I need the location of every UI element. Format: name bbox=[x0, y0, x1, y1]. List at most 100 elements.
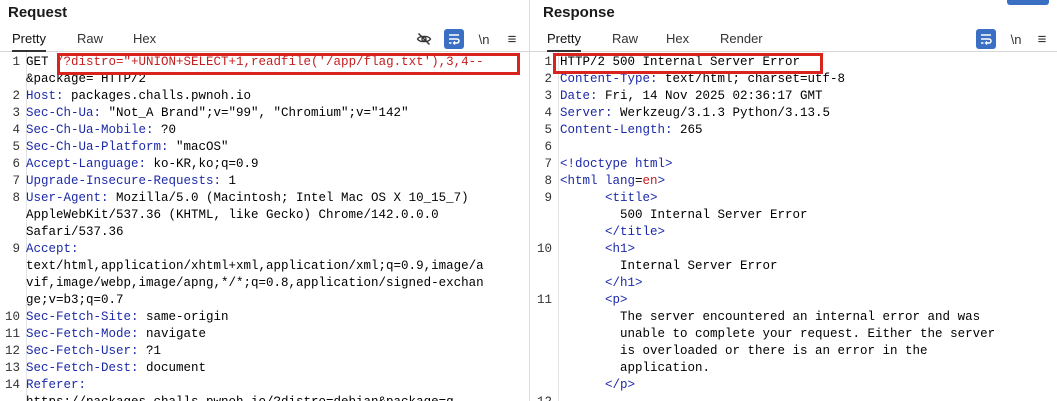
code-token: > bbox=[657, 174, 666, 188]
code-line: is overloaded or there is an error in th… bbox=[560, 343, 928, 360]
code-token: "macOS" bbox=[176, 140, 229, 154]
code-token: GET bbox=[26, 55, 57, 69]
line-number: 6 bbox=[544, 140, 552, 154]
response-tabs: Pretty Raw Hex Render \n ≡ bbox=[530, 27, 1057, 52]
code-token: application. bbox=[560, 361, 711, 375]
code-token: Sec-Ch-Ua-Platform: bbox=[26, 140, 177, 154]
code-line: &package= HTTP/2 bbox=[26, 71, 146, 88]
line-number: 4 bbox=[544, 106, 552, 120]
code-token: Safari/537.36 bbox=[26, 225, 124, 239]
menu-icon[interactable]: ≡ bbox=[502, 29, 522, 49]
code-token: Sec-Ch-Ua-Mobile: bbox=[26, 123, 162, 137]
line-number: 1 bbox=[544, 55, 552, 69]
response-tab-hex[interactable]: Hex bbox=[666, 31, 689, 50]
code-token: Sec-Fetch-Dest: bbox=[26, 361, 147, 375]
request-editor[interactable]: 1 GET /?distro="+UNION+SELECT+1,readfile(… bbox=[0, 52, 530, 401]
newline-toggle-icon[interactable]: \n bbox=[474, 29, 494, 49]
request-tab-pretty[interactable]: Pretty bbox=[12, 31, 46, 52]
code-line: </title> bbox=[560, 224, 665, 241]
line-number: 7 bbox=[544, 157, 552, 171]
code-token: https://packages.challs.pwnoh.io/?distro… bbox=[26, 395, 454, 401]
line-number: 2 bbox=[544, 72, 552, 86]
code-line: Sec-Fetch-Mode: navigate bbox=[26, 326, 206, 343]
line-number: 5 bbox=[544, 123, 552, 137]
request-tab-hex[interactable]: Hex bbox=[133, 31, 156, 50]
newline-toggle-icon[interactable]: \n bbox=[1006, 29, 1026, 49]
line-number: 4 bbox=[12, 123, 20, 137]
response-title: Response bbox=[543, 4, 615, 21]
code-line: application. bbox=[560, 360, 710, 377]
response-editor[interactable]: 1 HTTP/2 500 Internal Server Error 2 Conten… bbox=[530, 52, 1057, 401]
code-token: is overloaded or there is an error in th… bbox=[560, 344, 928, 358]
word-wrap-icon[interactable] bbox=[976, 29, 996, 49]
request-tab-raw[interactable]: Raw bbox=[77, 31, 103, 50]
code-line: Date: Fri, 14 Nov 2025 02:36:17 GMT bbox=[560, 88, 823, 105]
code-token: text/html; charset=utf-8 bbox=[665, 72, 846, 86]
code-line: Sec-Fetch-User: ?1 bbox=[26, 343, 161, 360]
code-line: </p> bbox=[560, 377, 635, 394]
code-token: text/html,application/xhtml+xml,applicat… bbox=[26, 259, 484, 273]
line-number: 14 bbox=[4, 378, 20, 392]
code-token: Referer: bbox=[26, 378, 94, 392]
response-tab-render[interactable]: Render bbox=[720, 31, 763, 50]
code-line: AppleWebKit/537.36 (KHTML, like Gecko) C… bbox=[26, 207, 439, 224]
response-tab-pretty[interactable]: Pretty bbox=[547, 31, 581, 52]
code-line: text/html,application/xhtml+xml,applicat… bbox=[26, 258, 484, 275]
code-token: <title> bbox=[605, 191, 658, 205]
code-line: Referer: bbox=[26, 377, 94, 394]
code-token: Sec-Fetch-Site: bbox=[26, 310, 147, 324]
code-line: </h1> bbox=[560, 275, 643, 292]
code-token: Werkzeug/3.1.3 Python/3.13.5 bbox=[620, 106, 831, 120]
code-token: <!doctype html> bbox=[560, 157, 673, 171]
code-token: lang bbox=[605, 174, 636, 188]
line-number: 9 bbox=[12, 242, 20, 256]
code-line: Content-Length: 265 bbox=[560, 122, 703, 139]
menu-icon[interactable]: ≡ bbox=[1032, 29, 1052, 49]
code-token: 1 bbox=[228, 174, 237, 188]
line-number: 5 bbox=[12, 140, 20, 154]
code-line: The server encountered an internal error… bbox=[560, 309, 980, 326]
code-line: Sec-Fetch-Dest: document bbox=[26, 360, 206, 377]
code-line: vif,image/webp,image/apng,*/*;q=0.8,appl… bbox=[26, 275, 484, 292]
code-line: https://packages.challs.pwnoh.io/?distro… bbox=[26, 394, 454, 401]
hide-eye-icon[interactable] bbox=[414, 29, 434, 49]
code-line: Upgrade-Insecure-Requests: 1 bbox=[26, 173, 236, 190]
code-line: Accept-Language: ko-KR,ko;q=0.9 bbox=[26, 156, 259, 173]
code-line: Internal Server Error bbox=[560, 258, 778, 275]
code-token: ?1 bbox=[146, 344, 162, 358]
code-token: Accept: bbox=[26, 242, 87, 256]
code-line: ge;v=b3;q=0.7 bbox=[26, 292, 124, 309]
code-token: Fri, 14 Nov 2025 02:36:17 GMT bbox=[605, 89, 823, 103]
word-wrap-icon[interactable] bbox=[444, 29, 464, 49]
code-line: <h1> bbox=[560, 241, 635, 258]
code-line: Content-Type: text/html; charset=utf-8 bbox=[560, 71, 845, 88]
code-token: ko-KR,ko;q=0.9 bbox=[153, 157, 259, 171]
code-token: Content-Length: bbox=[560, 123, 681, 137]
code-line: Accept: bbox=[26, 241, 86, 258]
code-line: HTTP/2 500 Internal Server Error bbox=[560, 54, 800, 71]
request-panel: Request Pretty Raw Hex \n ≡ 1 GET /?dist… bbox=[0, 0, 530, 401]
code-token: navigate bbox=[146, 327, 207, 341]
code-token: Date: bbox=[560, 89, 606, 103]
code-line: 500 Internal Server Error bbox=[560, 207, 808, 224]
code-line: Host: packages.challs.pwnoh.io bbox=[26, 88, 251, 105]
layout-toggle-accent[interactable] bbox=[1007, 0, 1049, 5]
code-line: GET /?distro="+UNION+SELECT+1,readfile('… bbox=[26, 54, 484, 71]
code-token: <html bbox=[560, 174, 606, 188]
code-token: Sec-Fetch-User: bbox=[26, 344, 147, 358]
code-token: Sec-Fetch-Mode: bbox=[26, 327, 147, 341]
code-line: <title> bbox=[560, 190, 658, 207]
line-number: 11 bbox=[536, 293, 552, 307]
code-token: vif,image/webp,image/apng,*/*;q=0.8,appl… bbox=[26, 276, 484, 290]
code-token: ge;v=b3;q=0.7 bbox=[26, 293, 124, 307]
line-number: 2 bbox=[12, 89, 20, 103]
line-number: 3 bbox=[544, 89, 552, 103]
line-number: 9 bbox=[544, 191, 552, 205]
code-token: document bbox=[146, 361, 207, 375]
code-token: AppleWebKit/537.36 (KHTML, like Gecko) C… bbox=[26, 208, 439, 222]
response-tab-raw[interactable]: Raw bbox=[612, 31, 638, 50]
line-number: 8 bbox=[544, 174, 552, 188]
